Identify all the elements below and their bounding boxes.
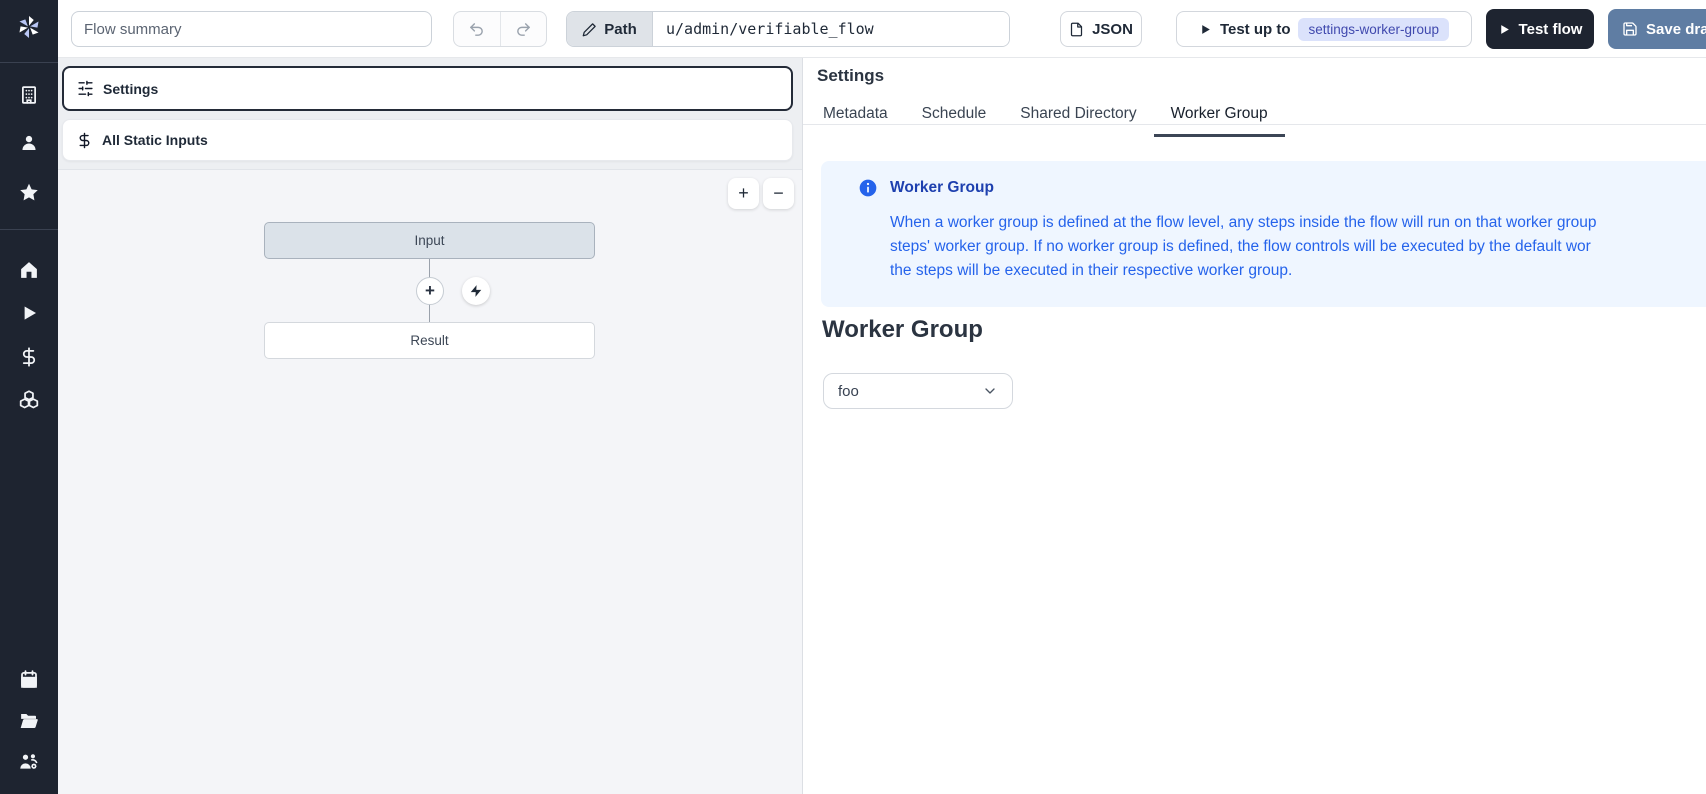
settings-panel: Settings Metadata Schedule Shared Direct… [803, 58, 1706, 794]
chevron-down-icon [982, 383, 998, 399]
info-box-title: Worker Group [890, 179, 994, 197]
zoom-out-button[interactable]: − [763, 178, 794, 209]
building-icon[interactable] [19, 85, 40, 106]
file-json-icon [1069, 22, 1084, 37]
add-step-button[interactable]: + [416, 277, 444, 305]
undo-button[interactable] [454, 12, 501, 46]
play-icon [1199, 23, 1212, 36]
path-value-input[interactable] [653, 12, 1009, 46]
sidebar [0, 0, 58, 794]
play-icon[interactable] [19, 303, 40, 324]
path-label: Path [604, 21, 637, 38]
home-icon[interactable] [19, 260, 40, 281]
zap-icon [469, 284, 483, 298]
test-up-to-button[interactable]: Test up to settings-worker-group [1176, 11, 1472, 47]
sliders-icon [77, 80, 94, 97]
worker-group-info-box: Worker Group When a worker group is defi… [821, 161, 1706, 307]
flow-settings-label: Settings [103, 81, 158, 97]
save-draft-label: Save draft [1646, 21, 1706, 38]
play-icon [1498, 23, 1511, 36]
save-draft-button[interactable]: Save draft [1608, 9, 1706, 49]
sidebar-divider [0, 62, 58, 63]
dollar-icon[interactable] [19, 347, 40, 368]
path-group: Path [566, 11, 1010, 47]
tab-schedule[interactable]: Schedule [905, 94, 1004, 137]
flow-settings-item[interactable]: Settings [62, 66, 793, 111]
save-icon [1622, 21, 1638, 37]
app-root: Path JSON Test up to settings-worker-gro… [0, 0, 1706, 794]
folder-open-icon[interactable] [19, 711, 40, 732]
json-button[interactable]: JSON [1060, 11, 1142, 47]
dollar-icon [76, 132, 93, 149]
test-up-to-label: Test up to [1220, 21, 1291, 38]
redo-icon [515, 21, 532, 38]
worker-group-select[interactable]: foo [823, 373, 1013, 409]
json-button-label: JSON [1092, 21, 1133, 38]
boxes-icon[interactable] [19, 390, 40, 411]
tabs-divider [803, 124, 1706, 125]
tab-worker-group[interactable]: Worker Group [1154, 94, 1285, 137]
worker-group-badge: settings-worker-group [1298, 18, 1449, 41]
all-static-inputs-item[interactable]: All Static Inputs [62, 119, 793, 161]
test-flow-label: Test flow [1519, 21, 1583, 38]
result-node[interactable]: Result [264, 322, 595, 359]
calendar-icon[interactable] [19, 669, 40, 690]
worker-group-select-value: foo [838, 383, 859, 400]
edit-path-button[interactable]: Path [567, 12, 653, 46]
topbar: Path JSON Test up to settings-worker-gro… [58, 0, 1706, 58]
flow-graph-panel: Settings All Static Inputs + − Input + R… [58, 58, 803, 794]
settings-tabs: Metadata Schedule Shared Directory Worke… [806, 94, 1285, 137]
input-node[interactable]: Input [264, 222, 595, 259]
info-icon [858, 178, 878, 198]
pencil-icon [582, 22, 597, 37]
undo-icon [468, 21, 485, 38]
test-flow-button[interactable]: Test flow [1486, 9, 1594, 49]
all-static-inputs-label: All Static Inputs [102, 132, 208, 148]
undo-redo-group [453, 11, 547, 47]
windmill-logo-icon[interactable] [14, 12, 44, 42]
redo-button[interactable] [501, 12, 547, 46]
star-icon[interactable] [19, 182, 40, 203]
sidebar-divider [0, 229, 58, 230]
zoom-in-button[interactable]: + [728, 178, 759, 209]
tab-metadata[interactable]: Metadata [806, 94, 905, 137]
settings-panel-title: Settings [817, 66, 884, 86]
users-settings-icon[interactable] [19, 752, 40, 773]
info-box-text-line: the steps will be executed in their resp… [890, 259, 1706, 283]
info-box-text-line: steps' worker group. If no worker group … [890, 235, 1706, 259]
flow-summary-input[interactable] [71, 11, 432, 47]
trigger-bolt-button[interactable] [462, 277, 490, 305]
worker-group-heading: Worker Group [822, 316, 983, 344]
info-box-text-line: When a worker group is defined at the fl… [890, 211, 1706, 235]
user-icon[interactable] [19, 133, 40, 154]
tab-shared-directory[interactable]: Shared Directory [1003, 94, 1153, 137]
